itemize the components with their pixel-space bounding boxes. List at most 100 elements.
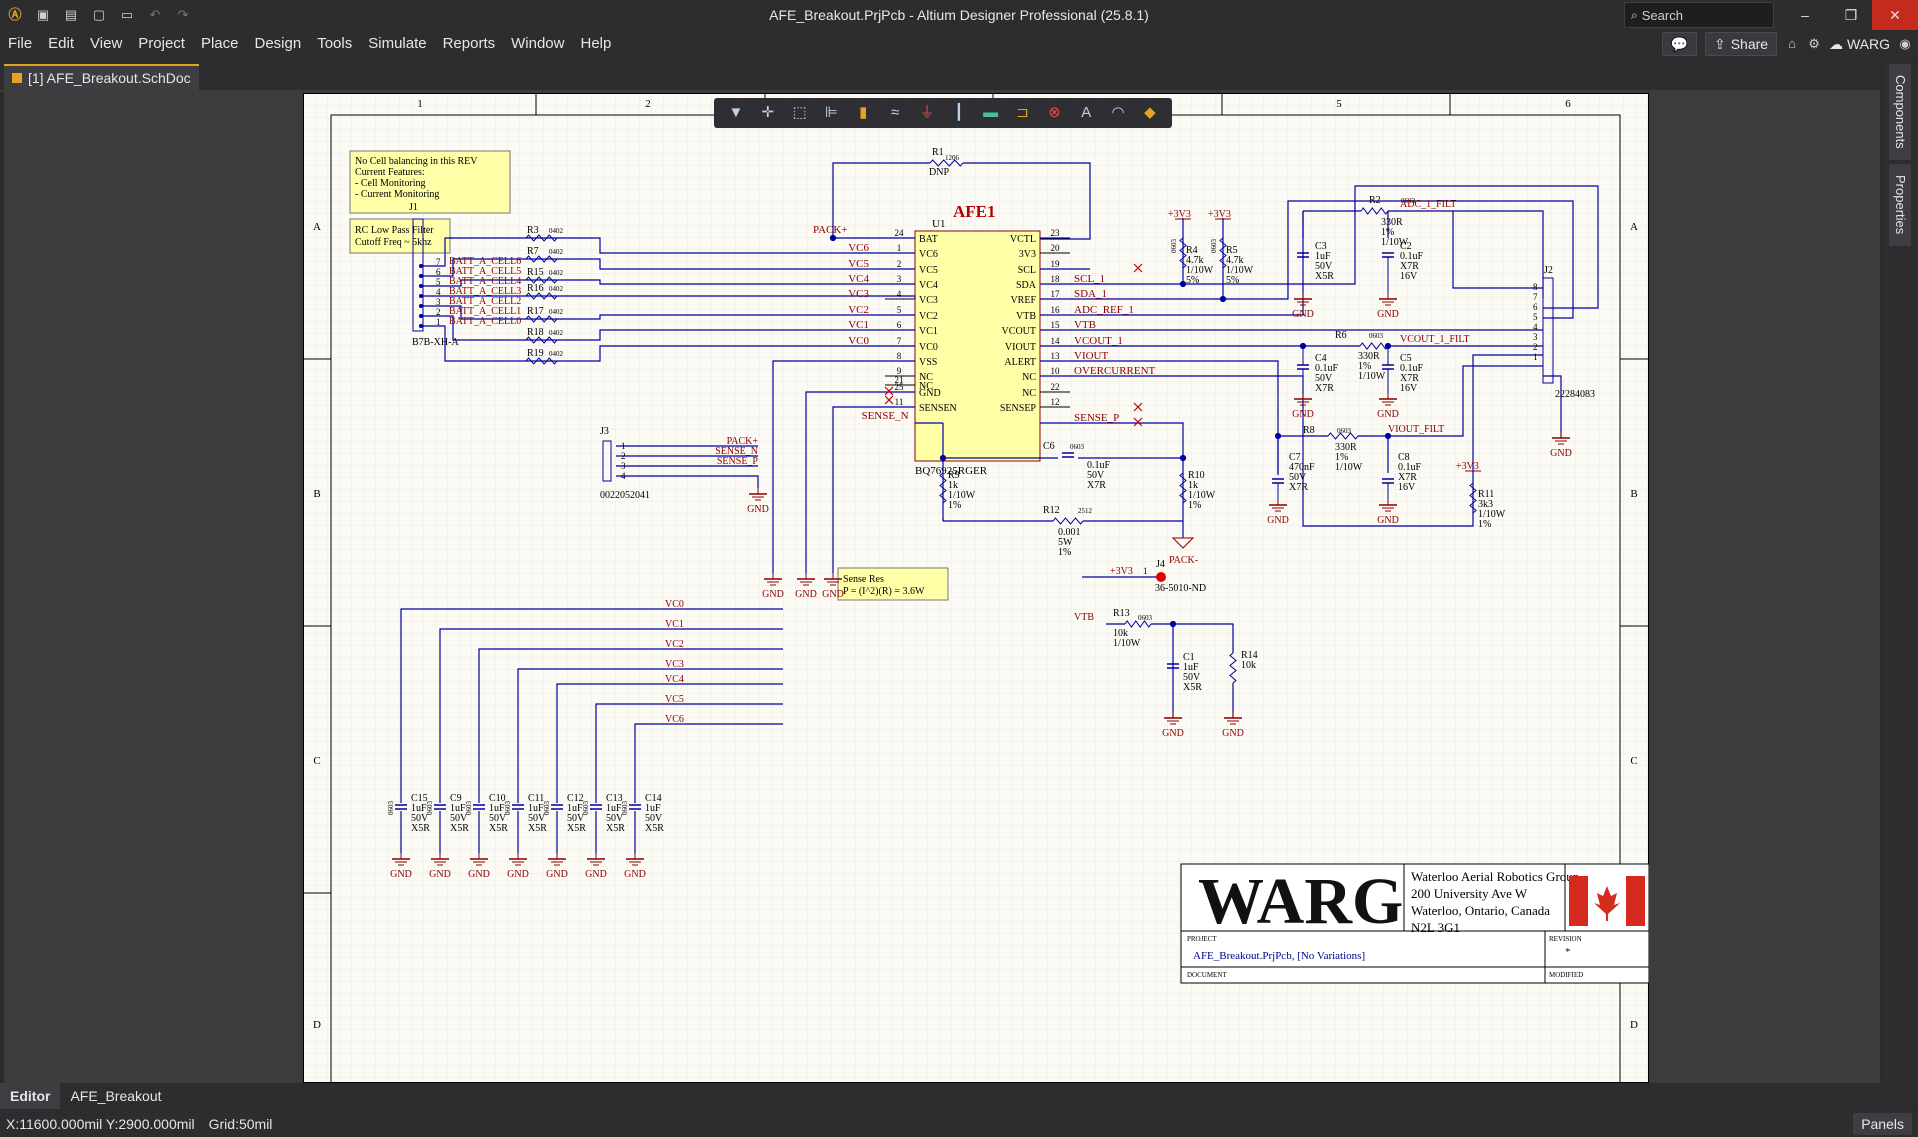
j1-part: B7B-XH-A <box>412 337 459 348</box>
bottom-cap-value: X5R <box>567 823 586 834</box>
u1-pin-number: 22 <box>1051 382 1060 392</box>
save-all-icon[interactable]: ▤ <box>64 8 78 22</box>
menu-simulate[interactable]: Simulate <box>360 30 434 58</box>
c4-value: X7R <box>1315 383 1334 394</box>
schematic-sheet[interactable]: 1 2 5 6 A B C D A B C D No Cell balancin… <box>303 93 1649 1083</box>
zone-row-c-right: C <box>1630 755 1637 767</box>
open-folder-icon[interactable]: ▭ <box>120 8 134 22</box>
bottom-net-label: VC6 <box>665 714 684 725</box>
schematic-canvas[interactable]: 1 2 5 6 A B C D A B C D No Cell balancin… <box>303 93 1649 1083</box>
menu-place[interactable]: Place <box>193 30 247 58</box>
select-icon[interactable]: ⬚ <box>790 103 810 123</box>
u1-pin-name: VSS <box>919 357 937 368</box>
u1-pin-name: VC4 <box>919 280 938 291</box>
j3-part: 0022052041 <box>600 490 650 501</box>
panels-button[interactable]: Panels <box>1853 1113 1912 1135</box>
net-label-vc4: VC4 <box>848 273 869 285</box>
redo-icon[interactable]: ↷ <box>176 8 190 22</box>
menu-reports[interactable]: Reports <box>435 30 504 58</box>
comment-button[interactable]: 💬 <box>1661 32 1697 56</box>
tab-components[interactable]: Components <box>1889 64 1911 160</box>
r12-value: 1% <box>1058 547 1071 558</box>
j2-pin-number: 7 <box>1533 292 1538 302</box>
move-icon[interactable]: ✛ <box>758 103 778 123</box>
undo-icon[interactable]: ↶ <box>148 8 162 22</box>
bottom-cap-value: X5R <box>450 823 469 834</box>
user-menu[interactable]: ☁ WARG <box>1829 36 1890 53</box>
text-icon[interactable]: A <box>1076 103 1096 123</box>
wire-icon[interactable]: ≈ <box>885 103 905 123</box>
note-sense-res[interactable]: Sense Res P = (I^2)(R) = 3.6W <box>837 567 949 601</box>
j3-pin-number: 4 <box>621 471 626 481</box>
zone-col-5: 5 <box>1336 98 1342 110</box>
menu-help[interactable]: Help <box>572 30 619 58</box>
device-sheet-icon[interactable]: ◆ <box>1140 103 1160 123</box>
zone-row-b-right: B <box>1630 488 1637 500</box>
footprint-label: 0603 <box>1138 614 1153 622</box>
r12-ref: R12 <box>1043 505 1060 516</box>
bottom-cap-value: X5R <box>606 823 625 834</box>
search-placeholder: Search <box>1641 7 1683 23</box>
u1-pin-name: SENSEN <box>919 403 957 414</box>
j4-testpoint[interactable] <box>1156 572 1166 582</box>
save-icon[interactable]: ▣ <box>36 8 50 22</box>
viout-filt-label: VIOUT_FILT <box>1388 424 1444 435</box>
menu-edit[interactable]: Edit <box>40 30 82 58</box>
r8-ref: R8 <box>1303 425 1315 436</box>
j4-part: 36-5010-ND <box>1155 583 1206 594</box>
cell-resistor-ref: R18 <box>527 327 544 338</box>
menu-tools[interactable]: Tools <box>309 30 360 58</box>
net-label-vc3: VC3 <box>848 288 869 300</box>
arc-icon[interactable]: ◠ <box>1108 103 1128 123</box>
gnd-label: GND <box>546 869 568 880</box>
footprint-label: 0603 <box>387 801 395 816</box>
share-button[interactable]: ⇪ Share <box>1704 32 1778 56</box>
part-icon[interactable]: ▮ <box>853 103 873 123</box>
tab-editor[interactable]: Editor <box>0 1083 61 1109</box>
gnd-label: GND <box>795 589 817 600</box>
menu-project[interactable]: Project <box>130 30 193 58</box>
power-port-icon[interactable]: ⏚ <box>917 103 937 123</box>
menu-file[interactable]: File <box>0 30 40 58</box>
footprint-label: 0603 <box>504 801 512 816</box>
close-button[interactable]: ✕ <box>1872 0 1918 30</box>
port-icon[interactable]: ⊐ <box>1013 103 1033 123</box>
j1-pin-number: 7 <box>436 257 441 267</box>
j4-net: +3V3 <box>1110 566 1133 577</box>
gnd-label: GND <box>1377 515 1399 526</box>
bus-icon[interactable]: ┃ <box>949 103 969 123</box>
footprint-label: 0603 <box>582 801 590 816</box>
note-rc-filter[interactable]: RC Low Pass Filter Cutoff Freq ~ 5khz <box>349 218 451 254</box>
note-rev[interactable]: No Cell balancing in this REV Current Fea… <box>349 150 511 214</box>
harness-icon[interactable]: ▬ <box>981 103 1001 123</box>
home-icon[interactable]: ⌂ <box>1785 37 1799 51</box>
tab-afe-breakout[interactable]: AFE_Breakout <box>60 1083 171 1109</box>
tab-afe-breakout-schdoc[interactable]: [1] AFE_Breakout.SchDoc <box>4 64 199 90</box>
bottom-net-label: VC3 <box>665 659 684 670</box>
gear-icon[interactable]: ⚙ <box>1807 37 1821 51</box>
new-icon[interactable]: ▢ <box>92 8 106 22</box>
zone-row-d-right: D <box>1630 1019 1638 1031</box>
net-label-vc1: VC1 <box>848 319 869 331</box>
minimize-button[interactable]: – <box>1782 0 1828 30</box>
footprint-label: 0603 <box>1369 332 1384 340</box>
u1-pin-number: 6 <box>897 320 902 330</box>
directive-icon[interactable]: ⊗ <box>1044 103 1064 123</box>
j2-pin-number: 6 <box>1533 302 1538 312</box>
filter-icon[interactable]: ▼ <box>726 103 746 123</box>
search-box[interactable]: ⌕ Search <box>1624 2 1774 28</box>
align-icon[interactable]: ⊫ <box>821 103 841 123</box>
comment-icon: 💬 <box>1670 35 1688 52</box>
j1-pin-number: 1 <box>436 317 441 327</box>
u1-pin-name: VREF <box>1010 295 1036 306</box>
pack-minus-label: PACK- <box>1169 555 1198 566</box>
menu-design[interactable]: Design <box>247 30 310 58</box>
maximize-button[interactable]: ❐ <box>1828 0 1874 30</box>
zone-col-1: 1 <box>417 98 423 110</box>
u1-pin-number: 1 <box>897 243 902 253</box>
tab-properties[interactable]: Properties <box>1889 164 1911 246</box>
j1-pin <box>419 274 423 278</box>
account-icon[interactable]: ◉ <box>1898 37 1912 51</box>
menu-window[interactable]: Window <box>503 30 572 58</box>
menu-view[interactable]: View <box>82 30 130 58</box>
